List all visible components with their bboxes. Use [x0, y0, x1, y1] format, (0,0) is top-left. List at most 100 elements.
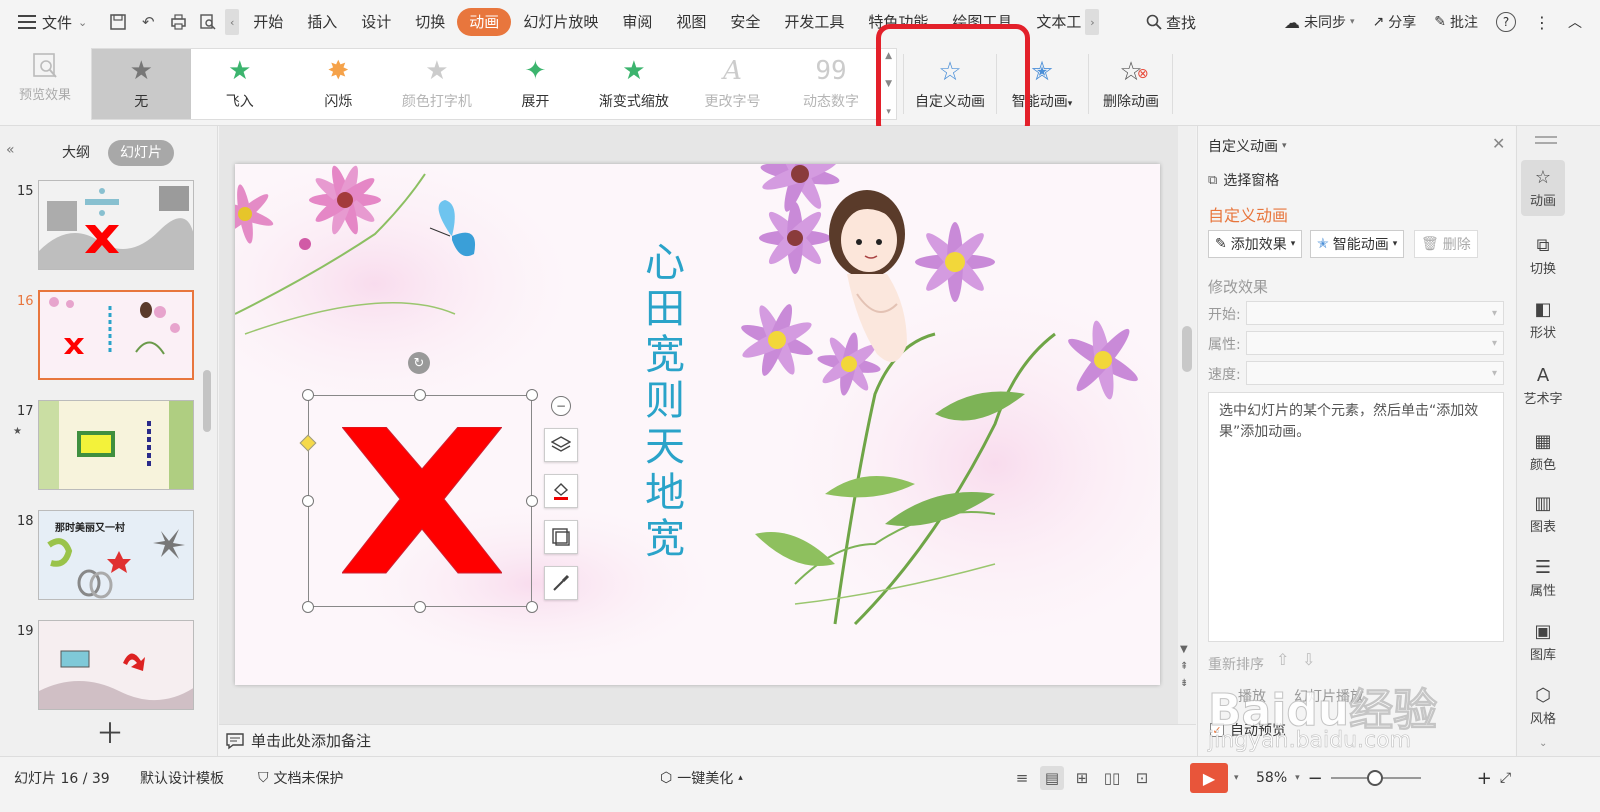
- sidebar-item-color[interactable]: ▦ 颜色: [1521, 424, 1565, 480]
- smart-animation-button[interactable]: ✭ 智能动画▾: [1004, 48, 1080, 120]
- scroll-down-icon[interactable]: ▼: [1180, 644, 1188, 655]
- resize-handle-s[interactable]: [414, 601, 426, 613]
- add-effect-button[interactable]: ✎ 添加效果 ▾: [1208, 230, 1303, 258]
- tab-design[interactable]: 设计: [349, 8, 403, 36]
- tab-insert[interactable]: 插入: [295, 8, 349, 36]
- document-protection[interactable]: ⛉ 文档未保护: [258, 757, 344, 799]
- zoom-out-icon[interactable]: −: [1308, 768, 1323, 789]
- speed-select[interactable]: ▾: [1246, 361, 1504, 385]
- more-icon[interactable]: ⋮: [1534, 13, 1550, 32]
- normal-view-icon[interactable]: ▤: [1040, 766, 1064, 790]
- tab-text-tools[interactable]: 文本工: [1024, 8, 1085, 36]
- fill-color-icon[interactable]: [544, 474, 578, 508]
- comment-button[interactable]: ✎ 批注: [1434, 12, 1478, 32]
- slide-thumbnail-17[interactable]: [38, 400, 194, 490]
- move-up-icon[interactable]: ⇧: [1276, 650, 1289, 669]
- effect-dynamic-number[interactable]: 99 动态数字: [782, 49, 881, 119]
- slide-sorter-icon[interactable]: ⊞: [1070, 766, 1094, 790]
- delete-animation-button[interactable]: ☆ ⊗ 删除动画: [1096, 48, 1166, 120]
- format-painter-icon[interactable]: [544, 566, 578, 600]
- effect-gradual-zoom[interactable]: ★ 渐变式缩放: [585, 49, 684, 119]
- sidebar-item-gallery[interactable]: ▣ 图库: [1521, 614, 1565, 670]
- prev-slide-icon[interactable]: ⇞: [1180, 661, 1188, 672]
- sidebar-drag-handle[interactable]: [1535, 136, 1557, 144]
- effects-gallery-scroll[interactable]: ▲ ▼ ▾: [880, 49, 896, 119]
- collapse-panel-icon[interactable]: «: [6, 142, 15, 158]
- start-select[interactable]: ▾: [1246, 301, 1504, 325]
- preview-effect-button[interactable]: 预览效果: [12, 50, 78, 120]
- custom-animation-button[interactable]: ☆ 自定义动画: [910, 48, 990, 120]
- next-slide-icon[interactable]: ⇟: [1180, 678, 1188, 689]
- animation-list[interactable]: 选中幻灯片的某个元素，然后单击“添加效果”添加动画。: [1208, 392, 1504, 642]
- sidebar-item-transition[interactable]: ⧉ 切换: [1521, 228, 1565, 284]
- play-button[interactable]: 播放: [1238, 686, 1266, 706]
- tab-home[interactable]: 开始: [241, 8, 295, 36]
- chevron-down-icon[interactable]: ▾: [1234, 773, 1239, 783]
- help-icon[interactable]: ?: [1496, 12, 1516, 32]
- tab-transition[interactable]: 切换: [403, 8, 457, 36]
- print-preview-icon[interactable]: [195, 9, 221, 35]
- resize-handle-se[interactable]: [526, 601, 538, 613]
- template-name[interactable]: 默认设计模板: [140, 757, 224, 799]
- fit-window-icon[interactable]: ⤢: [1500, 770, 1511, 786]
- tab-features[interactable]: 特色功能: [856, 8, 940, 36]
- print-icon[interactable]: [165, 9, 191, 35]
- sidebar-item-chart[interactable]: ▥ 图表: [1521, 486, 1565, 542]
- zoom-slider-knob[interactable]: [1366, 770, 1383, 786]
- sidebar-item-animation[interactable]: ☆ 动画: [1521, 160, 1565, 216]
- slide-thumbnail-15[interactable]: [38, 180, 194, 270]
- pane-title[interactable]: 自定义动画 ▾: [1208, 136, 1287, 156]
- canvas-scrollbar[interactable]: ▼ ⇞ ⇟: [1178, 126, 1196, 724]
- sidebar-item-property[interactable]: ☰ 属性: [1521, 550, 1565, 606]
- share-button[interactable]: ↗ 分享: [1373, 12, 1417, 32]
- resize-handle-ne[interactable]: [526, 389, 538, 401]
- presenter-view-icon[interactable]: ⊡: [1130, 766, 1154, 790]
- expand-gallery-icon[interactable]: ▾: [886, 107, 891, 117]
- zoom-level[interactable]: 58%: [1256, 770, 1287, 786]
- resize-handle-n[interactable]: [414, 389, 426, 401]
- slide-vertical-title[interactable]: 心 田 宽 则 天 地 宽: [640, 240, 690, 562]
- undo-icon[interactable]: ↶: [135, 9, 161, 35]
- sidebar-expand-icon[interactable]: ⌄: [1539, 738, 1547, 749]
- zoom-slider[interactable]: [1330, 770, 1421, 786]
- tab-drawing-tools[interactable]: 绘图工具: [940, 8, 1024, 36]
- save-icon[interactable]: [105, 9, 131, 35]
- slide-thumbnail-16[interactable]: [38, 290, 194, 380]
- tab-security[interactable]: 安全: [718, 8, 772, 36]
- tab-outline[interactable]: 大纲: [50, 140, 102, 166]
- smart-animation-button[interactable]: ✭ 智能动画 ▾: [1310, 230, 1405, 258]
- property-select[interactable]: ▾: [1246, 331, 1504, 355]
- effect-color-typewriter[interactable]: ★ 颜色打字机: [388, 49, 487, 119]
- rotate-handle-icon[interactable]: ↻: [408, 352, 430, 374]
- tab-animation[interactable]: 动画: [457, 8, 512, 36]
- slide-thumbnail-19[interactable]: [38, 620, 194, 710]
- auto-preview-checkbox[interactable]: ✓ 自动预览: [1210, 720, 1286, 740]
- effect-change-font-size[interactable]: A 更改字号: [683, 49, 782, 119]
- tab-slideshow[interactable]: 幻灯片放映: [511, 8, 610, 36]
- resize-handle-sw[interactable]: [302, 601, 314, 613]
- effect-expand[interactable]: ✦ 展开: [486, 49, 585, 119]
- collapse-toolbar-icon[interactable]: −: [551, 396, 571, 416]
- sidebar-item-wordart[interactable]: A 艺术字: [1521, 358, 1565, 414]
- delete-button[interactable]: 🗑 删除: [1414, 230, 1478, 258]
- collapse-ribbon-icon[interactable]: ︿: [1568, 12, 1582, 32]
- resize-handle-w[interactable]: [302, 495, 314, 507]
- effect-none[interactable]: ★ 无: [92, 49, 191, 119]
- tab-review[interactable]: 审阅: [610, 8, 664, 36]
- effect-flash[interactable]: ✸ 闪烁: [289, 49, 388, 119]
- sync-button[interactable]: ☁ 未同步 ▾: [1284, 12, 1355, 32]
- slide-thumbnail-18[interactable]: 那时美丽又一村: [38, 510, 194, 600]
- file-menu[interactable]: 文件 ⌄: [0, 0, 97, 44]
- zoom-in-icon[interactable]: +: [1477, 768, 1492, 789]
- notes-view-icon[interactable]: ≡: [1010, 766, 1034, 790]
- scroll-up-icon[interactable]: ▲: [885, 51, 892, 61]
- close-icon[interactable]: ✕: [1492, 134, 1505, 153]
- slideshow-button[interactable]: 幻灯片播放: [1294, 686, 1364, 706]
- layers-icon[interactable]: [544, 428, 578, 462]
- tab-view[interactable]: 视图: [664, 8, 718, 36]
- search-button[interactable]: 查找: [1146, 0, 1196, 44]
- scroll-down-icon[interactable]: ▼: [885, 79, 892, 89]
- tab-slides[interactable]: 幻灯片: [108, 140, 174, 166]
- outline-style-icon[interactable]: [544, 520, 578, 554]
- move-down-icon[interactable]: ⇩: [1302, 650, 1315, 669]
